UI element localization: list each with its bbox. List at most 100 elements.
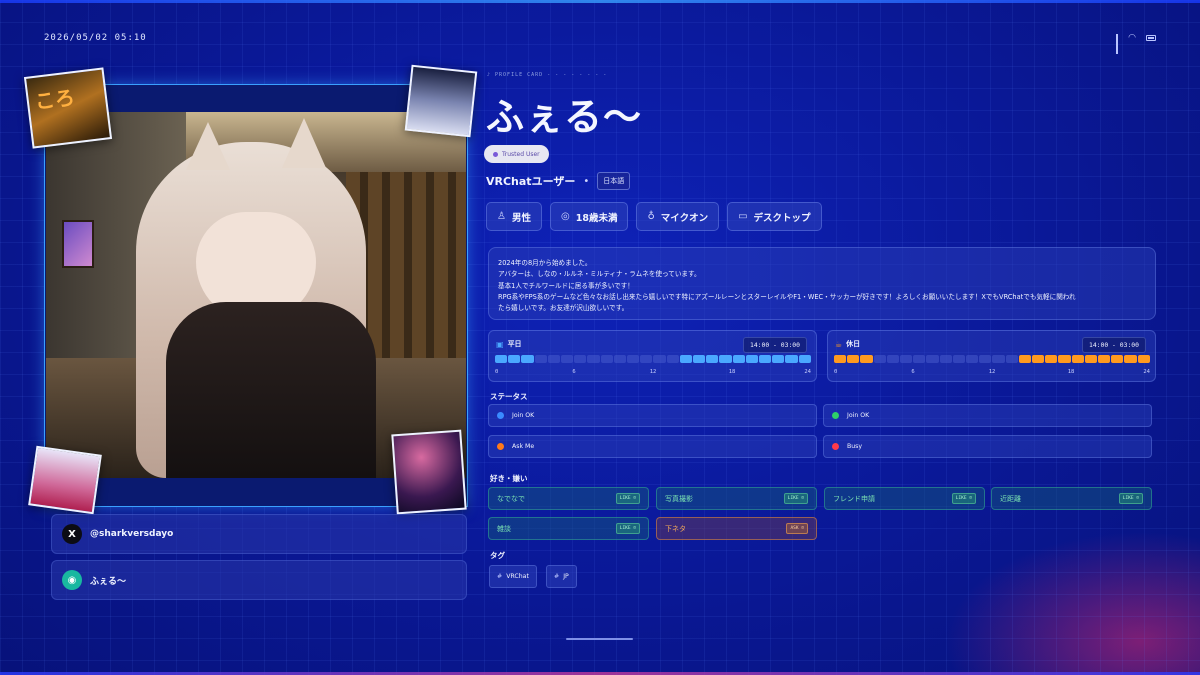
status-item: Join OK [823,404,1152,427]
tick-label: 0 [834,369,838,375]
hour-cell [1084,355,1098,363]
hour-cell [706,355,719,363]
hour-cell [900,355,913,363]
tag-chip[interactable]: # JP [546,565,577,588]
hour-cell [873,355,886,363]
schedule-weekday: ▣ 平日 14:00 - 03:00 0 6 12 18 24 [488,330,817,382]
attribute-platform: ▭ デスクトップ [727,202,822,231]
calendar-icon: ▣ [496,339,504,349]
hour-cell [495,355,508,363]
tick-label: 0 [495,369,499,375]
attribute-gender: ♙ 男性 [486,202,542,231]
hour-cell [1045,355,1058,363]
tick-label: 24 [804,369,811,375]
profile-card-label: ♪ PROFILE CARD ‐ ‐ ‐ ‐ ‐ ‐ ‐ ‐ [487,72,608,78]
hour-cell [1071,355,1084,363]
like-item: 写真撮影 LIKE ☺ [656,487,817,510]
hour-cell [1005,355,1018,363]
tick-label: 18 [728,369,736,375]
like-item: なでなで LIKE ☺ [488,487,649,510]
gamepad-icon: ◉ [62,570,82,590]
hour-cell [561,355,574,363]
monitor-icon: ▭ [738,211,748,222]
status-item: Ask Me [488,435,817,458]
schedule-holiday: ☕ 休日 14:00 - 03:00 0 6 12 18 24 [827,330,1156,382]
likes-title: 好き・嫌い [490,474,528,483]
tick-label: 12 [649,369,657,375]
tick-label: 24 [1143,369,1150,375]
tags-title: タグ [490,551,505,560]
hour-cell [913,355,926,363]
hour-cell [508,355,521,363]
hour-cell [613,355,627,363]
hour-cell [587,355,600,363]
hour-cell [1032,355,1045,363]
x-logo-icon: X [62,524,82,544]
tick-label: 12 [988,369,996,375]
hour-cell [521,355,534,363]
hour-cell [1018,355,1032,363]
microphone-icon: ♁ [647,211,655,222]
thumbnail-photo-1[interactable]: ころ [23,67,113,149]
datetime: 2026/05/02 05:10 [44,33,147,43]
hour-cell [1111,355,1124,363]
signal-icon [1116,34,1119,54]
social-x-link[interactable]: X @sharkversdayo [51,514,467,554]
top-accent-line [0,0,1200,3]
attribute-age: ◎ 18歳未満 [549,202,629,231]
user-type: VRChatユーザー [486,175,576,188]
hour-cell [534,355,547,363]
tick-label: 6 [911,369,915,375]
trust-badge: Trusted User [484,145,549,163]
battery-icon [1146,35,1156,41]
bio-box: 2024年の8月から始めました。 アバターは、しなの・ルルネ・ミルティナ・ラムネ… [488,247,1156,320]
hour-cell [847,355,860,363]
hour-cell [547,355,561,363]
coffee-icon: ☕ [835,339,843,349]
hour-cell [640,355,653,363]
hour-cell [666,355,679,363]
hour-cell [772,355,785,363]
tick-label: 18 [1067,369,1075,375]
hour-cell [1098,355,1111,363]
like-item: 雑談 LIKE ☺ [488,517,649,540]
hour-cell [693,355,706,363]
hour-cell [979,355,992,363]
hour-cell [627,355,640,363]
status-item: Busy [823,435,1152,458]
thumbnail-photo-3[interactable] [28,445,102,515]
schedule-bar-holiday [834,355,1150,363]
status-title: ステータス [490,392,528,401]
hour-cell [834,355,847,363]
schedule-bar-weekday [495,355,811,363]
social-vrchat-link[interactable]: ◉ ふぇる〜 [51,560,467,600]
hour-cell [992,355,1005,363]
hour-cell [1124,355,1137,363]
thumbnail-photo-4[interactable] [391,429,467,515]
avatar-photo[interactable] [46,112,466,478]
status-item: Join OK [488,404,817,427]
hour-cell [679,355,693,363]
thumbnail-photo-2[interactable] [404,64,478,138]
hour-cell [1058,355,1071,363]
hour-cell [745,355,759,363]
user-subline: VRChatユーザー • 日本語 [486,172,631,190]
hour-cell [939,355,952,363]
tag-chip[interactable]: # VRChat [489,565,537,588]
like-item: フレンド申請 LIKE ☺ [824,487,985,510]
system-tray: ◠ [1116,33,1156,54]
language-badge: 日本語 [597,172,631,190]
hour-cell [732,355,745,363]
hour-cell [653,355,666,363]
age-icon: ◎ [560,211,570,222]
hour-cell [719,355,732,363]
hour-cell [785,355,798,363]
hour-cell [966,355,979,363]
hour-cell [574,355,587,363]
tick-label: 6 [572,369,576,375]
hour-cell [952,355,966,363]
wifi-icon: ◠ [1128,33,1136,43]
home-indicator[interactable] [566,638,633,640]
person-icon: ♙ [497,211,506,222]
hour-cell [600,355,613,363]
